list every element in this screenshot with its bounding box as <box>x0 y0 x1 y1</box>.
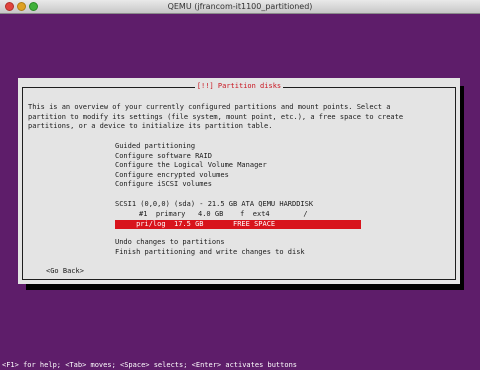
partition-entry[interactable]: #1 primary 4.0 GB f ext4 / <box>139 210 308 220</box>
intro-line-2: partition to modify its settings (file s… <box>28 112 404 121</box>
go-back-button[interactable]: <Go Back> <box>46 267 84 277</box>
window-title: QEMU (jfrancom-it1100_partitioned) <box>167 2 313 11</box>
installer-screen: [!!] Partition disks This is an overview… <box>0 14 480 369</box>
menu-guided-partitioning[interactable]: Guided partitioning <box>115 142 195 152</box>
menu-undo-changes[interactable]: Undo changes to partitions <box>115 238 225 248</box>
menu-finish-partitioning[interactable]: Finish partitioning and write changes to… <box>115 248 305 258</box>
help-line: <F1> for help; <Tab> moves; <Space> sele… <box>2 361 298 369</box>
disk-entry[interactable]: SCSI1 (0,0,0) (sda) - 21.5 GB ATA QEMU H… <box>115 200 313 210</box>
dialog-title: [!!] Partition disks <box>18 82 460 91</box>
menu-configure-lvm[interactable]: Configure the Logical Volume Manager <box>115 161 267 171</box>
window-titlebar: QEMU (jfrancom-it1100_partitioned) <box>0 0 480 14</box>
free-space-entry-selected[interactable]: pri/log 17.5 GB FREE SPACE <box>115 220 361 229</box>
dialog-title-text: [!!] Partition disks <box>194 82 284 90</box>
menu-configure-iscsi-volumes[interactable]: Configure iSCSI volumes <box>115 180 212 190</box>
free-space-label: pri/log 17.5 GB FREE SPACE <box>115 220 276 228</box>
intro-line-1: This is an overview of your currently co… <box>28 103 391 111</box>
menu-configure-encrypted-volumes[interactable]: Configure encrypted volumes <box>115 171 229 181</box>
partition-dialog: [!!] Partition disks This is an overview… <box>18 78 460 284</box>
intro-line-3: partitions, or a device to initialize it… <box>28 122 273 130</box>
menu-configure-software-raid[interactable]: Configure software RAID <box>115 152 212 162</box>
